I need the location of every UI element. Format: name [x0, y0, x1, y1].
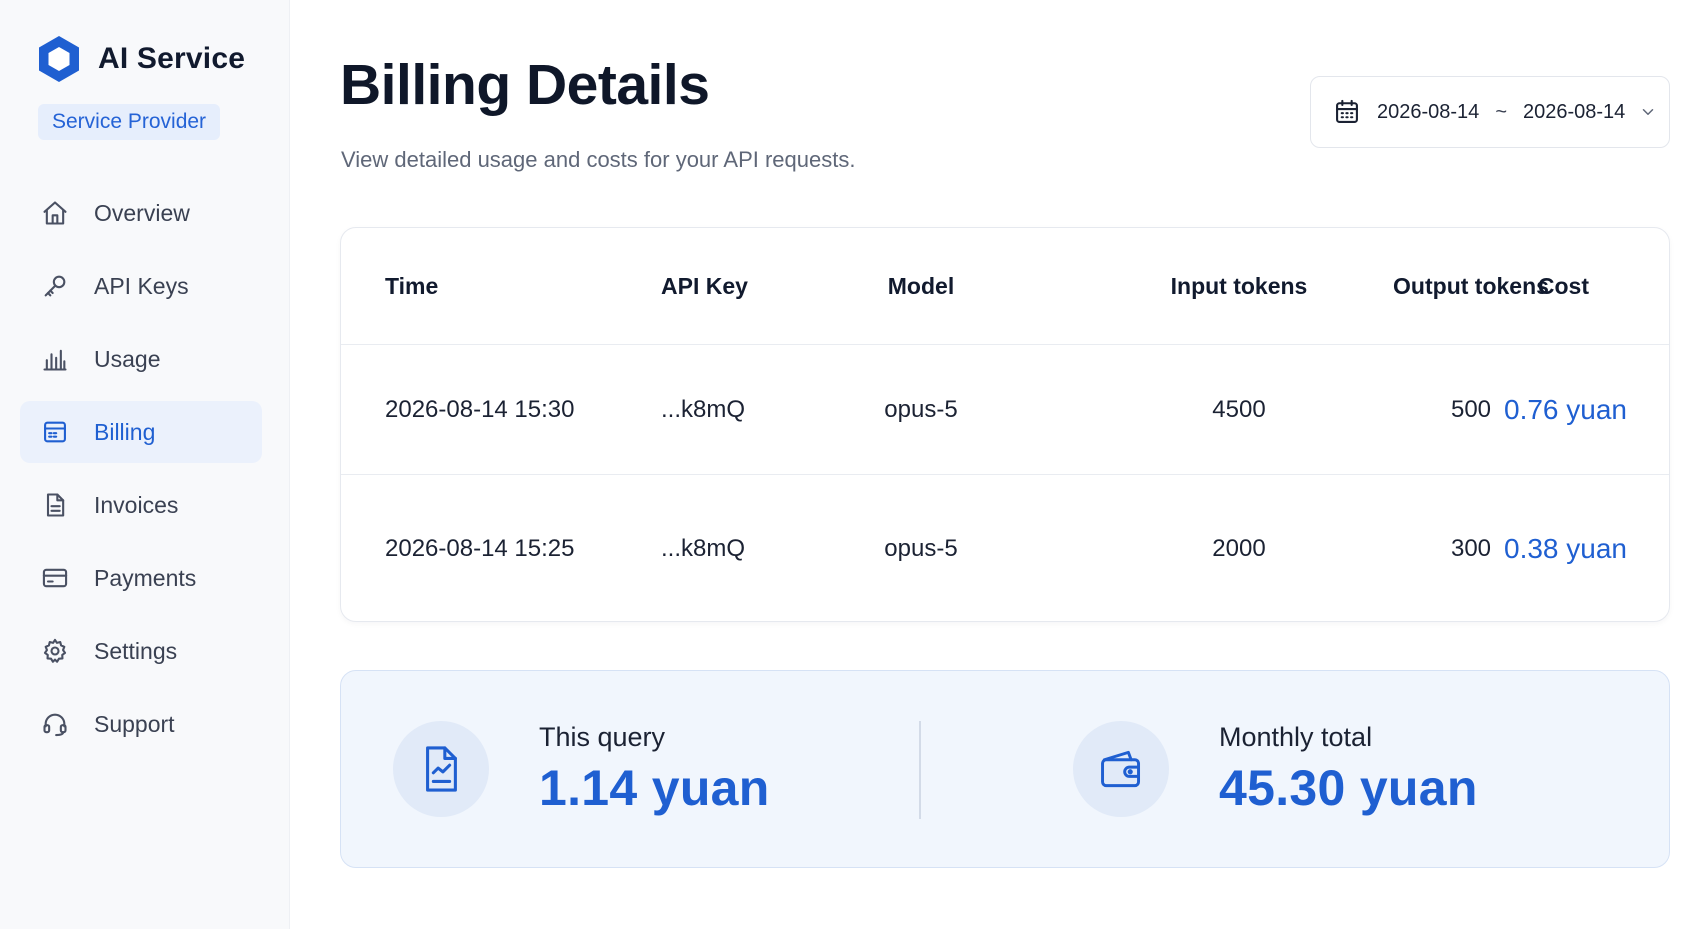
- cell-input-tokens: 2000: [1212, 535, 1266, 562]
- column-header-input-tokens[interactable]: Input tokens: [1129, 228, 1349, 344]
- headset-icon: [40, 709, 70, 739]
- sidebar-item-invoices[interactable]: Invoices: [20, 474, 262, 536]
- brand-name: AI Service: [98, 42, 246, 75]
- cell-time: 2026-08-14 15:25: [385, 535, 575, 562]
- billing-icon: [40, 417, 70, 447]
- date-end: 2026-08-14: [1523, 100, 1626, 123]
- cell-api-key: ...k8mQ: [661, 395, 746, 423]
- sidebar-item-label: Usage: [94, 345, 161, 372]
- chevron-down-icon: [1643, 109, 1654, 115]
- report-icon: [393, 721, 489, 817]
- cost-value: 0.76 yuan: [1504, 393, 1627, 425]
- summary-divider: [919, 721, 921, 819]
- table-header: Time API Key Model Input tokens Output t…: [341, 228, 1669, 345]
- gear-icon: [40, 636, 70, 666]
- document-icon: [40, 490, 70, 520]
- summary-monthly-total: Monthly total 45.30 yuan: [1073, 671, 1478, 867]
- cell-input-tokens: 4500: [1212, 395, 1266, 423]
- cost-summary: This query 1.14 yuan Monthly total 45.30…: [340, 670, 1670, 868]
- wallet-icon: [1073, 721, 1169, 817]
- sidebar-item-support[interactable]: Support: [20, 693, 262, 755]
- page-subtitle: View detailed usage and costs for your A…: [341, 147, 856, 172]
- sidebar-item-label: API Keys: [94, 272, 189, 299]
- sidebar-item-usage[interactable]: Usage: [20, 328, 262, 390]
- summary-value: 1.14 yuan: [539, 759, 770, 816]
- table-row[interactable]: 2026-08-14 15:25 ...k8mQ opus-5 2000 300…: [341, 476, 1669, 621]
- key-icon: [40, 271, 70, 301]
- sidebar-nav: Overview API Keys Usage Billing Invoices: [20, 182, 262, 766]
- sidebar: AI Service Service Provider Overview API…: [0, 0, 290, 929]
- cell-model: opus-5: [884, 535, 958, 562]
- column-header-time[interactable]: Time: [385, 228, 438, 344]
- column-header-api-key[interactable]: API Key: [661, 228, 821, 344]
- column-header-cost[interactable]: Cost: [1389, 228, 1589, 344]
- cell-api-key: ...k8mQ: [661, 535, 746, 562]
- table-row[interactable]: 2026-08-14 15:30 ...k8mQ opus-5 4500 500…: [341, 345, 1669, 475]
- credit-card-icon: [40, 563, 70, 593]
- sidebar-item-settings[interactable]: Settings: [20, 620, 262, 682]
- cost-value: 0.38 yuan: [1504, 533, 1627, 564]
- cell-model: opus-5: [884, 395, 958, 423]
- role-badge: Service Provider: [38, 104, 221, 140]
- summary-value: 45.30 yuan: [1219, 759, 1478, 816]
- sidebar-item-label: Support: [94, 710, 175, 737]
- date-separator: ~: [1495, 100, 1507, 123]
- page-title: Billing Details: [340, 53, 710, 117]
- hexagon-logo-icon: [39, 36, 79, 82]
- sidebar-item-label: Settings: [94, 637, 178, 664]
- sidebar-item-label: Payments: [94, 564, 197, 591]
- sidebar-item-label: Billing: [94, 418, 156, 445]
- column-header-model[interactable]: Model: [821, 228, 1021, 344]
- brand[interactable]: AI Service: [36, 34, 245, 84]
- summary-label: This query: [539, 721, 666, 752]
- sidebar-item-overview[interactable]: Overview: [20, 182, 262, 244]
- sidebar-item-billing[interactable]: Billing: [20, 401, 262, 463]
- date-start: 2026-08-14: [1377, 100, 1480, 123]
- sidebar-item-api-keys[interactable]: API Keys: [20, 255, 262, 317]
- bar-chart-icon: [40, 344, 70, 374]
- sidebar-item-label: Invoices: [94, 491, 179, 518]
- date-range-picker[interactable]: 2026-08-14 ~ 2026-08-14: [1310, 76, 1670, 148]
- summary-this-query: This query 1.14 yuan: [393, 671, 770, 867]
- cell-time: 2026-08-14 15:30: [385, 395, 575, 423]
- sidebar-item-label: Overview: [94, 199, 190, 226]
- billing-table: Time API Key Model Input tokens Output t…: [340, 227, 1670, 622]
- calendar-icon: [1336, 99, 1358, 123]
- cell-cost: 0.38 yuan: [1427, 476, 1627, 621]
- summary-label: Monthly total: [1219, 721, 1373, 752]
- sidebar-item-payments[interactable]: Payments: [20, 547, 262, 609]
- cell-cost: 0.76 yuan: [1427, 345, 1627, 474]
- home-icon: [40, 198, 70, 228]
